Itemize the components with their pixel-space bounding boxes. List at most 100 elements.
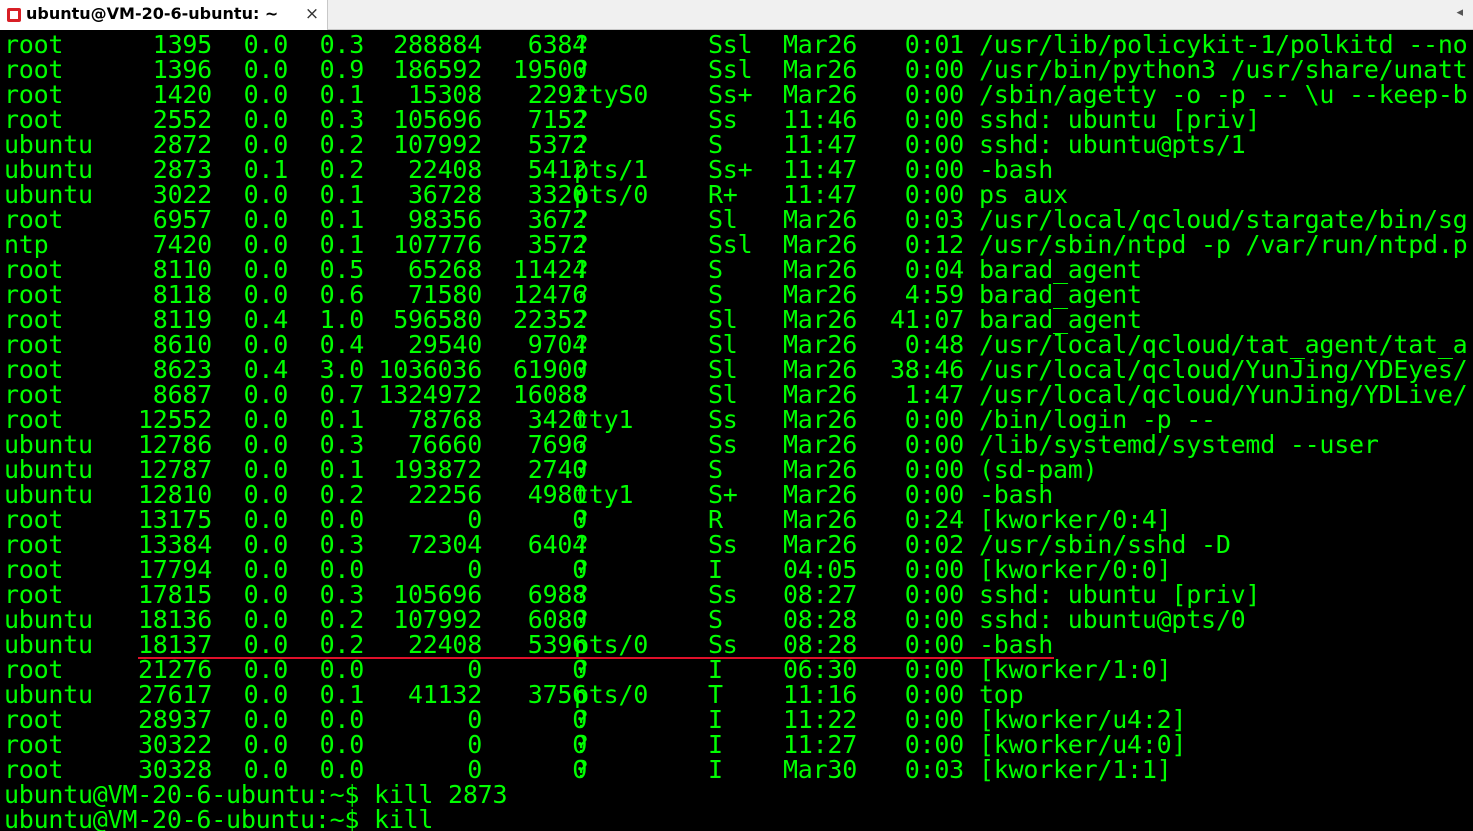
cell-tty: ?: [574, 55, 589, 84]
cell-command: -bash: [979, 480, 1054, 509]
cell-tty: ?: [574, 205, 589, 234]
cell-user: root: [4, 580, 64, 609]
cell-start: Mar26: [783, 30, 858, 59]
cell-command: /usr/sbin/sshd -D: [979, 530, 1231, 559]
cell-rss: 0: [572, 555, 587, 584]
tab-scroll-left-icon[interactable]: ◂: [1456, 5, 1463, 20]
cell-rss: 3572: [527, 230, 587, 259]
cell-tty: pts/0: [574, 180, 649, 209]
cell-command: barad_agent: [979, 255, 1142, 284]
cell-rss: 5372: [527, 130, 587, 159]
cell-user: root: [4, 205, 64, 234]
cell-cpu: 0.0: [243, 730, 289, 759]
terminal-tab[interactable]: ubuntu@VM-20-6-ubuntu: ~ ×: [0, 0, 328, 30]
cell-mem: 0.1: [319, 455, 365, 484]
cell-tty: ?: [574, 580, 589, 609]
cell-start: Mar26: [783, 480, 858, 509]
cell-tty: ?: [574, 430, 589, 459]
cell-vsz: 36728: [407, 180, 482, 209]
cell-user: root: [4, 705, 64, 734]
cell-time: 0:00: [904, 730, 964, 759]
cell-cpu: 0.0: [243, 680, 289, 709]
cell-pid: 18137: [137, 630, 212, 659]
cell-start: Mar26: [783, 55, 858, 84]
cell-stat: R+: [708, 180, 738, 209]
cell-time: 0:00: [904, 155, 964, 184]
cell-vsz: 41132: [407, 680, 482, 709]
cell-pid: 1395: [152, 30, 212, 59]
cell-tty: ?: [574, 730, 589, 759]
cell-start: Mar30: [783, 755, 858, 784]
cell-tty: ?: [574, 505, 589, 534]
tab-close-icon[interactable]: ×: [303, 4, 321, 24]
cell-rss: 2292: [527, 80, 587, 109]
cell-tty: ?: [574, 755, 589, 784]
cell-time: 0:12: [904, 230, 964, 259]
cell-cpu: 0.0: [243, 605, 289, 634]
cell-cpu: 0.0: [243, 280, 289, 309]
cell-time: 0:00: [904, 430, 964, 459]
cell-command: [kworker/u4:2]: [979, 705, 1187, 734]
cell-rss: 0: [572, 730, 587, 759]
cell-start: 08:27: [783, 580, 858, 609]
cell-mem: 0.3: [319, 105, 365, 134]
cell-vsz: 29540: [407, 330, 482, 359]
cell-pid: 12810: [137, 480, 212, 509]
cell-time: 38:46: [889, 355, 964, 384]
cell-rss: 3320: [527, 180, 587, 209]
cell-start: Mar26: [783, 205, 858, 234]
cell-mem: 3.0: [319, 355, 365, 384]
cell-stat: S: [708, 455, 723, 484]
cell-tty: ?: [574, 280, 589, 309]
cell-time: 0:04: [904, 255, 964, 284]
cell-user: root: [4, 655, 64, 684]
cell-tty: ?: [574, 655, 589, 684]
cell-pid: 8623: [152, 355, 212, 384]
cell-command: [kworker/1:1]: [979, 755, 1172, 784]
cell-stat: S: [708, 605, 723, 634]
cell-tty: ?: [574, 305, 589, 334]
cell-command: sshd: ubuntu [priv]: [979, 105, 1261, 134]
annotation-underline: [138, 657, 1054, 659]
cell-time: 0:02: [904, 530, 964, 559]
cell-mem: 0.0: [319, 730, 365, 759]
cell-pid: 1420: [152, 80, 212, 109]
cell-start: 08:28: [783, 630, 858, 659]
cell-rss: 0: [572, 705, 587, 734]
cell-pid: 8118: [152, 280, 212, 309]
cell-pid: 17815: [137, 580, 212, 609]
cell-start: Mar26: [783, 280, 858, 309]
cell-time: 0:03: [904, 755, 964, 784]
cell-time: 0:00: [904, 455, 964, 484]
cell-cpu: 0.0: [243, 80, 289, 109]
cell-start: Mar26: [783, 380, 858, 409]
terminal-output[interactable]: root 1395 0.0 0.3 288884 6384? Ssl Mar26 0:01/us…: [0, 30, 1473, 831]
cell-cpu: 0.0: [243, 105, 289, 134]
cell-command: sshd: ubuntu@pts/0: [979, 605, 1246, 634]
cell-cpu: 0.0: [243, 55, 289, 84]
cell-stat: Ss+: [708, 155, 753, 184]
cell-stat: Ss: [708, 405, 738, 434]
cell-start: Mar26: [783, 330, 858, 359]
cell-start: Mar26: [783, 430, 858, 459]
cell-rss: 5396: [527, 630, 587, 659]
cell-time: 0:01: [904, 30, 964, 59]
cell-stat: Ssl: [708, 30, 753, 59]
cell-user: root: [4, 80, 64, 109]
cell-rss: 6080: [527, 605, 587, 634]
cell-user: root: [4, 730, 64, 759]
cell-command: [kworker/1:0]: [979, 655, 1172, 684]
cell-pid: 2872: [152, 130, 212, 159]
cell-pid: 12552: [137, 405, 212, 434]
cell-tty: ?: [574, 255, 589, 284]
cell-vsz: 98356: [407, 205, 482, 234]
cell-time: 41:07: [889, 305, 964, 334]
cell-pid: 8687: [152, 380, 212, 409]
cell-tty: ?: [574, 605, 589, 634]
cell-tty: ?: [574, 380, 589, 409]
cell-user: root: [4, 30, 64, 59]
cell-cpu: 0.0: [243, 405, 289, 434]
cell-cpu: 0.0: [243, 130, 289, 159]
cell-time: 4:59: [904, 280, 964, 309]
cell-rss: 9704: [527, 330, 587, 359]
